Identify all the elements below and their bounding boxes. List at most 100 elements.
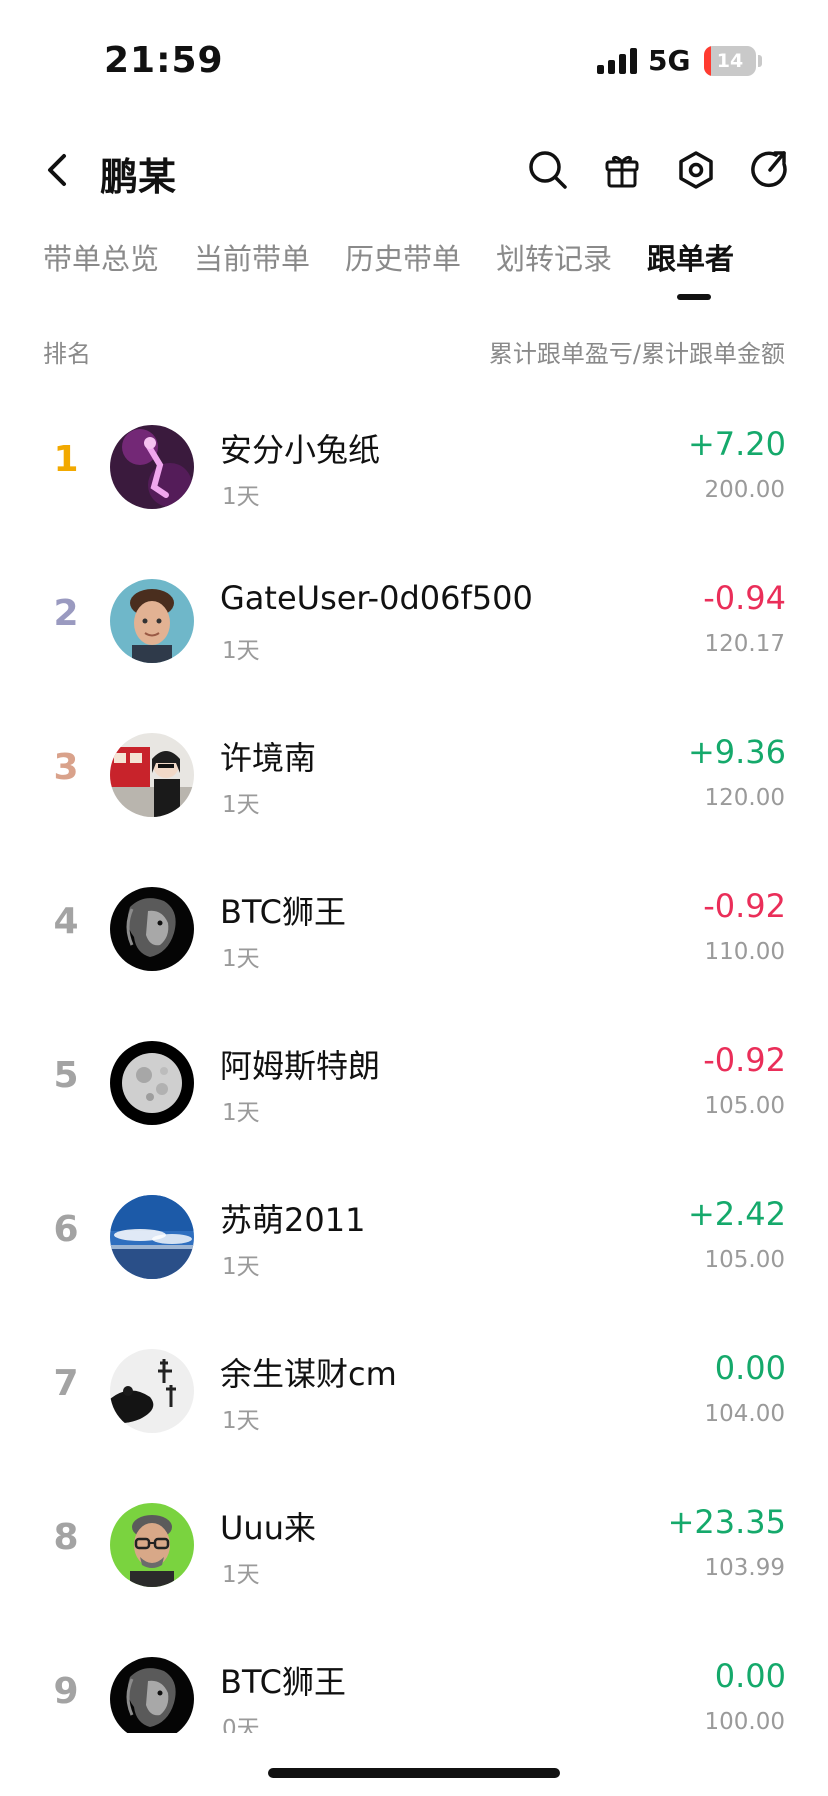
home-indicator[interactable] <box>268 1768 560 1778</box>
status-bar: 21:59 5G 14 <box>0 0 828 120</box>
follower-name: 许境南 <box>220 739 317 777</box>
tab-bar: 带单总览 当前带单 历史带单 划转记录 跟单者 <box>0 232 828 312</box>
cumulative-pnl: +23.35 <box>667 1503 786 1541</box>
follower-row[interactable]: 1 安分小兔纸 1天 +7.20 200.00 <box>0 395 828 549</box>
follower-row[interactable]: 6 苏萌2011 1天 +2.42 105.00 <box>0 1165 828 1319</box>
follow-days: 1天 <box>222 1562 260 1588</box>
follow-days: 1天 <box>222 1408 260 1434</box>
avatar[interactable] <box>110 1503 194 1587</box>
follower-name: GateUser-0d06f500 <box>220 579 533 617</box>
follower-name: BTC狮王 <box>220 893 346 931</box>
cumulative-pnl: -0.94 <box>703 579 786 617</box>
lion-avatar <box>110 887 194 971</box>
cumulative-amount: 110.00 <box>704 939 785 965</box>
gift-icon <box>605 155 639 188</box>
list-header: 排名 累计跟单盈亏/累计跟单金额 <box>0 334 828 374</box>
tab-current-orders[interactable]: 当前带单 <box>194 236 310 278</box>
follower-row[interactable]: 5 阿姆斯特朗 1天 -0.92 105.00 <box>0 1011 828 1165</box>
page-title: 鹏某 <box>100 155 177 199</box>
avatar[interactable] <box>110 1195 194 1279</box>
cumulative-pnl: -0.92 <box>703 887 786 925</box>
cumulative-amount: 120.17 <box>704 631 785 657</box>
battery-level: 14 <box>716 50 744 72</box>
rank-number: 9 <box>53 1671 79 1712</box>
nav-bar: 鹏某 <box>0 130 828 210</box>
follower-list[interactable]: 1 安分小兔纸 1天 +7.20 200.00 2 GateUser-0d06f500 1天 -… <box>0 395 828 1733</box>
avatar[interactable] <box>110 887 194 971</box>
follow-days: 1天 <box>222 638 260 664</box>
avatar[interactable] <box>110 1657 194 1733</box>
rank-number: 5 <box>53 1055 79 1096</box>
battery-cap <box>758 55 762 67</box>
pnl-column-header: 累计跟单盈亏/累计跟单金额 <box>488 340 785 368</box>
avatar[interactable] <box>110 733 194 817</box>
avatar[interactable] <box>110 579 194 663</box>
lion-avatar <box>110 1657 194 1733</box>
cumulative-pnl: -0.92 <box>703 1041 786 1079</box>
follower-row[interactable]: 7 余生谋财cm 1天 0.00 104.00 <box>0 1319 828 1473</box>
settings-icon <box>679 151 713 189</box>
tab-transfer-records[interactable]: 划转记录 <box>496 236 612 278</box>
share-button[interactable] <box>744 144 796 196</box>
cumulative-amount: 200.00 <box>704 477 785 503</box>
rank-number: 3 <box>53 747 79 788</box>
gift-button[interactable] <box>596 144 648 196</box>
follower-row[interactable]: 2 GateUser-0d06f500 1天 -0.94 120.17 <box>0 549 828 703</box>
follow-days: 0天 <box>222 1716 260 1733</box>
cumulative-pnl: 0.00 <box>714 1657 786 1695</box>
follow-days: 1天 <box>222 946 260 972</box>
cumulative-amount: 120.00 <box>704 785 785 811</box>
settings-button[interactable] <box>670 144 722 196</box>
cumulative-amount: 100.00 <box>704 1709 785 1733</box>
avatar[interactable] <box>110 1041 194 1125</box>
follower-row[interactable]: 4 BTC狮王 1天 -0.92 110.00 <box>0 857 828 1011</box>
cumulative-amount: 104.00 <box>704 1401 785 1427</box>
sky-sea-avatar <box>110 1195 194 1279</box>
cumulative-pnl: +7.20 <box>687 425 786 463</box>
purple-figure-avatar <box>110 425 194 509</box>
cumulative-pnl: +9.36 <box>687 733 786 771</box>
follower-name: BTC狮王 <box>220 1663 346 1701</box>
follower-name: 阿姆斯特朗 <box>220 1047 381 1085</box>
battery-icon: 14 <box>704 46 756 76</box>
follow-days: 1天 <box>222 792 260 818</box>
follower-row[interactable]: 9 BTC狮王 0天 0.00 100.00 <box>0 1627 828 1733</box>
tab-followers[interactable]: 跟单者 <box>647 236 734 278</box>
tab-order-history[interactable]: 历史带单 <box>345 236 461 278</box>
rank-number: 8 <box>53 1517 79 1558</box>
rank-number: 6 <box>53 1209 79 1250</box>
rank-column-header: 排名 <box>43 340 91 368</box>
rank-number: 7 <box>53 1363 79 1404</box>
back-button[interactable] <box>34 142 84 198</box>
follower-name: Uuu来 <box>220 1509 316 1547</box>
glasses-man-avatar <box>110 1503 194 1587</box>
follower-row[interactable]: 3 许境南 1天 +9.36 120.00 <box>0 703 828 857</box>
chevron-left-icon <box>48 154 66 186</box>
search-button[interactable] <box>522 144 574 196</box>
active-tab-indicator <box>677 294 711 300</box>
rank-number: 2 <box>53 593 79 634</box>
search-icon <box>529 151 567 189</box>
rank-number: 4 <box>53 901 79 942</box>
moon-avatar <box>110 1041 194 1125</box>
cumulative-amount: 103.99 <box>704 1555 785 1581</box>
follower-row[interactable]: 8 Uuu来 1天 +23.35 103.99 <box>0 1473 828 1627</box>
cumulative-pnl: +2.42 <box>687 1195 786 1233</box>
follower-name: 安分小兔纸 <box>220 431 381 469</box>
status-time: 21:59 <box>104 40 224 81</box>
avatar[interactable] <box>110 425 194 509</box>
cumulative-amount: 105.00 <box>704 1247 785 1273</box>
share-icon <box>751 151 787 188</box>
avatar[interactable] <box>110 1349 194 1433</box>
cumulative-amount: 105.00 <box>704 1093 785 1119</box>
cumulative-pnl: 0.00 <box>714 1349 786 1387</box>
network-label: 5G <box>648 44 691 77</box>
rank-number: 1 <box>53 439 79 480</box>
follow-days: 1天 <box>222 1100 260 1126</box>
follow-days: 1天 <box>222 1254 260 1280</box>
anime-street-avatar <box>110 733 194 817</box>
follower-name: 苏萌2011 <box>220 1201 366 1239</box>
tab-overview[interactable]: 带单总览 <box>43 236 159 278</box>
young-man-avatar <box>110 579 194 663</box>
ink-calligraphy-avatar <box>110 1349 194 1433</box>
